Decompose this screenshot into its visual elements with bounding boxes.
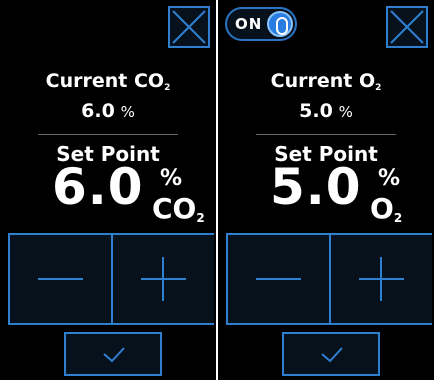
decrease-button[interactable]: [228, 235, 329, 323]
decrease-button[interactable]: [10, 235, 111, 323]
toggle-label: ON: [235, 15, 263, 33]
current-o2-value: 5.0 %: [299, 100, 353, 122]
plus-icon: [359, 257, 404, 301]
setpoint-unit-gas: O2: [370, 192, 403, 225]
increase-button[interactable]: [113, 235, 214, 323]
setpoint-stepper: [226, 233, 432, 325]
close-button[interactable]: [386, 6, 428, 48]
close-x-icon: [390, 10, 424, 44]
checkmark-icon: [321, 347, 343, 363]
checkmark-icon: [103, 347, 125, 363]
current-co2-label: Current CO2: [45, 70, 171, 93]
minus-icon: [38, 278, 83, 280]
current-co2-value: 6.0 %: [81, 100, 135, 122]
setpoint-value: 5.0: [270, 158, 362, 216]
toggle-knob-icon: [267, 11, 293, 37]
confirm-button[interactable]: [64, 332, 162, 376]
o2-on-toggle[interactable]: ON: [225, 7, 297, 41]
o2-control-panel: ON Current O2 5.0 % Set Point 5.0 % O2: [218, 0, 434, 380]
co2-control-panel: Current CO2 6.0 % Set Point 6.0 % CO2: [0, 0, 216, 380]
plus-icon: [141, 257, 186, 301]
setpoint-value: 6.0: [52, 158, 144, 216]
setpoint-unit-percent: %: [160, 166, 183, 191]
increase-button[interactable]: [331, 235, 432, 323]
minus-icon: [256, 278, 301, 280]
divider: [38, 134, 178, 135]
setpoint-unit-percent: %: [378, 166, 401, 191]
divider: [256, 134, 396, 135]
setpoint-stepper: [8, 233, 214, 325]
setpoint-unit-gas: CO2: [152, 192, 205, 225]
current-o2-label: Current O2: [270, 70, 382, 93]
close-button[interactable]: [168, 6, 210, 48]
confirm-button[interactable]: [282, 332, 380, 376]
close-x-icon: [172, 10, 206, 44]
